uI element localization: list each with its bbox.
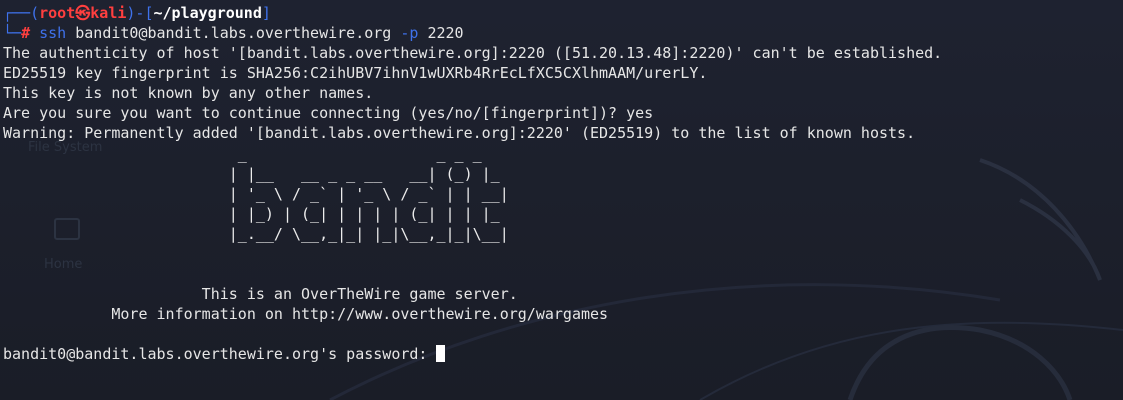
- password-prompt-line[interactable]: bandit0@bandit.labs.overthewire.org's pa…: [3, 344, 1123, 364]
- banner-line: | |__ __ _ _ __ __| (_) |_: [3, 165, 500, 183]
- skull-icon: ㉿: [75, 4, 91, 22]
- command-port: 2220: [427, 24, 464, 42]
- prompt-corner-bottom: └─: [3, 24, 22, 42]
- bandit-ascii-banner: _ _ _ _ | |__ __ _ _ __ __| (_) |_ | '_ …: [3, 144, 1123, 244]
- motd-line-2: More information on http://www.overthewi…: [3, 305, 609, 323]
- banner-line: | |_) | (_| | | | | (_| | | |_: [3, 205, 500, 223]
- output-line: ED25519 key fingerprint is SHA256:C2ihUB…: [3, 64, 708, 82]
- banner-line: | '_ \ / _` | '_ \ / _` | | __|: [3, 185, 509, 203]
- text-cursor[interactable]: [436, 345, 446, 362]
- prompt-corner-top: ┌──(: [3, 4, 40, 22]
- motd-line-1: This is an OverTheWire game server.: [3, 285, 518, 303]
- prompt-separator: )-[: [126, 4, 154, 22]
- terminal-output: ┌──(root㉿kali)-[~/playground] └─# ssh ba…: [0, 0, 1123, 364]
- prompt-close: ]: [261, 4, 271, 22]
- terminal-window[interactable]: File System Home ┌──(root㉿kali)-[~/playg…: [0, 0, 1123, 400]
- output-line: This key is not known by any other names…: [3, 84, 374, 102]
- output-line: The authenticity of host '[bandit.labs.o…: [3, 44, 943, 62]
- banner-line: |_.__/ \__,_|_| |_|\__,_|_|\__|: [3, 225, 509, 243]
- command-flag: -p: [400, 24, 419, 42]
- command-args: bandit0@bandit.labs.overthewire.org: [75, 24, 392, 42]
- prompt-line-top: ┌──(root㉿kali)-[~/playground]: [3, 3, 1123, 23]
- command-program: ssh: [39, 24, 67, 42]
- prompt-host: kali: [90, 4, 127, 22]
- output-line: Are you sure you want to continue connec…: [3, 104, 654, 122]
- prompt-line-command: └─# ssh bandit0@bandit.labs.overthewire.…: [3, 23, 1123, 43]
- password-prompt: bandit0@bandit.labs.overthewire.org's pa…: [3, 345, 437, 363]
- prompt-hash: #: [21, 24, 31, 42]
- prompt-user: root: [39, 4, 76, 22]
- banner-line: _ _ _ _: [3, 145, 482, 163]
- output-line: Warning: Permanently added '[bandit.labs…: [3, 124, 916, 142]
- prompt-cwd: ~/playground: [153, 4, 262, 22]
